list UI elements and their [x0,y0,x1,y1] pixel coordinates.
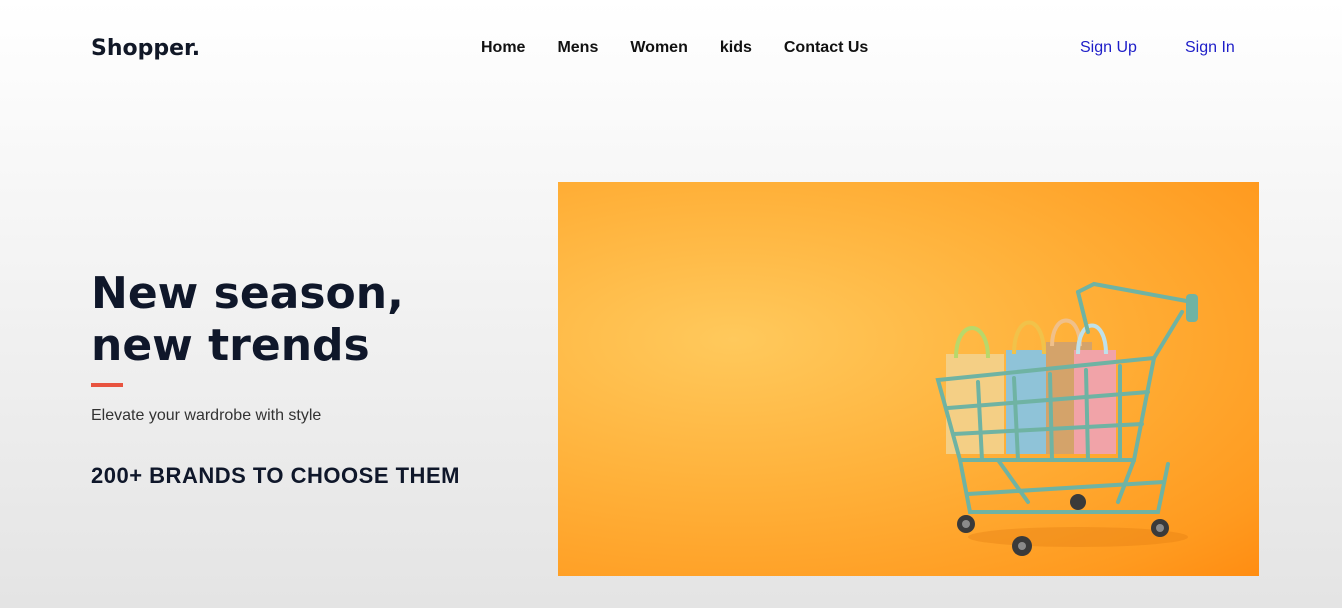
hero-image [558,182,1259,576]
nav-contact-us[interactable]: Contact Us [784,39,868,57]
headline-line-1: New season, [91,268,404,319]
shopping-cart-icon [935,281,1198,556]
nav-home[interactable]: Home [481,39,525,57]
nav-women[interactable]: Women [630,39,687,57]
main-nav: Home Mens Women kids Contact Us [481,39,868,57]
nav-mens[interactable]: Mens [557,39,598,57]
hero-headline: New season, new trends [91,268,511,372]
sign-up-link[interactable]: Sign Up [1080,39,1137,57]
sign-in-link[interactable]: Sign In [1185,39,1235,57]
nav-kids[interactable]: kids [720,39,752,57]
brands-heading: 200+ BRANDS TO CHOOSE THEM [91,463,460,488]
accent-divider [91,383,123,387]
site-logo[interactable]: Shopper. [91,36,200,61]
hero-tagline: Elevate your wardrobe with style [91,407,322,424]
headline-line-2: new trends [91,320,370,371]
